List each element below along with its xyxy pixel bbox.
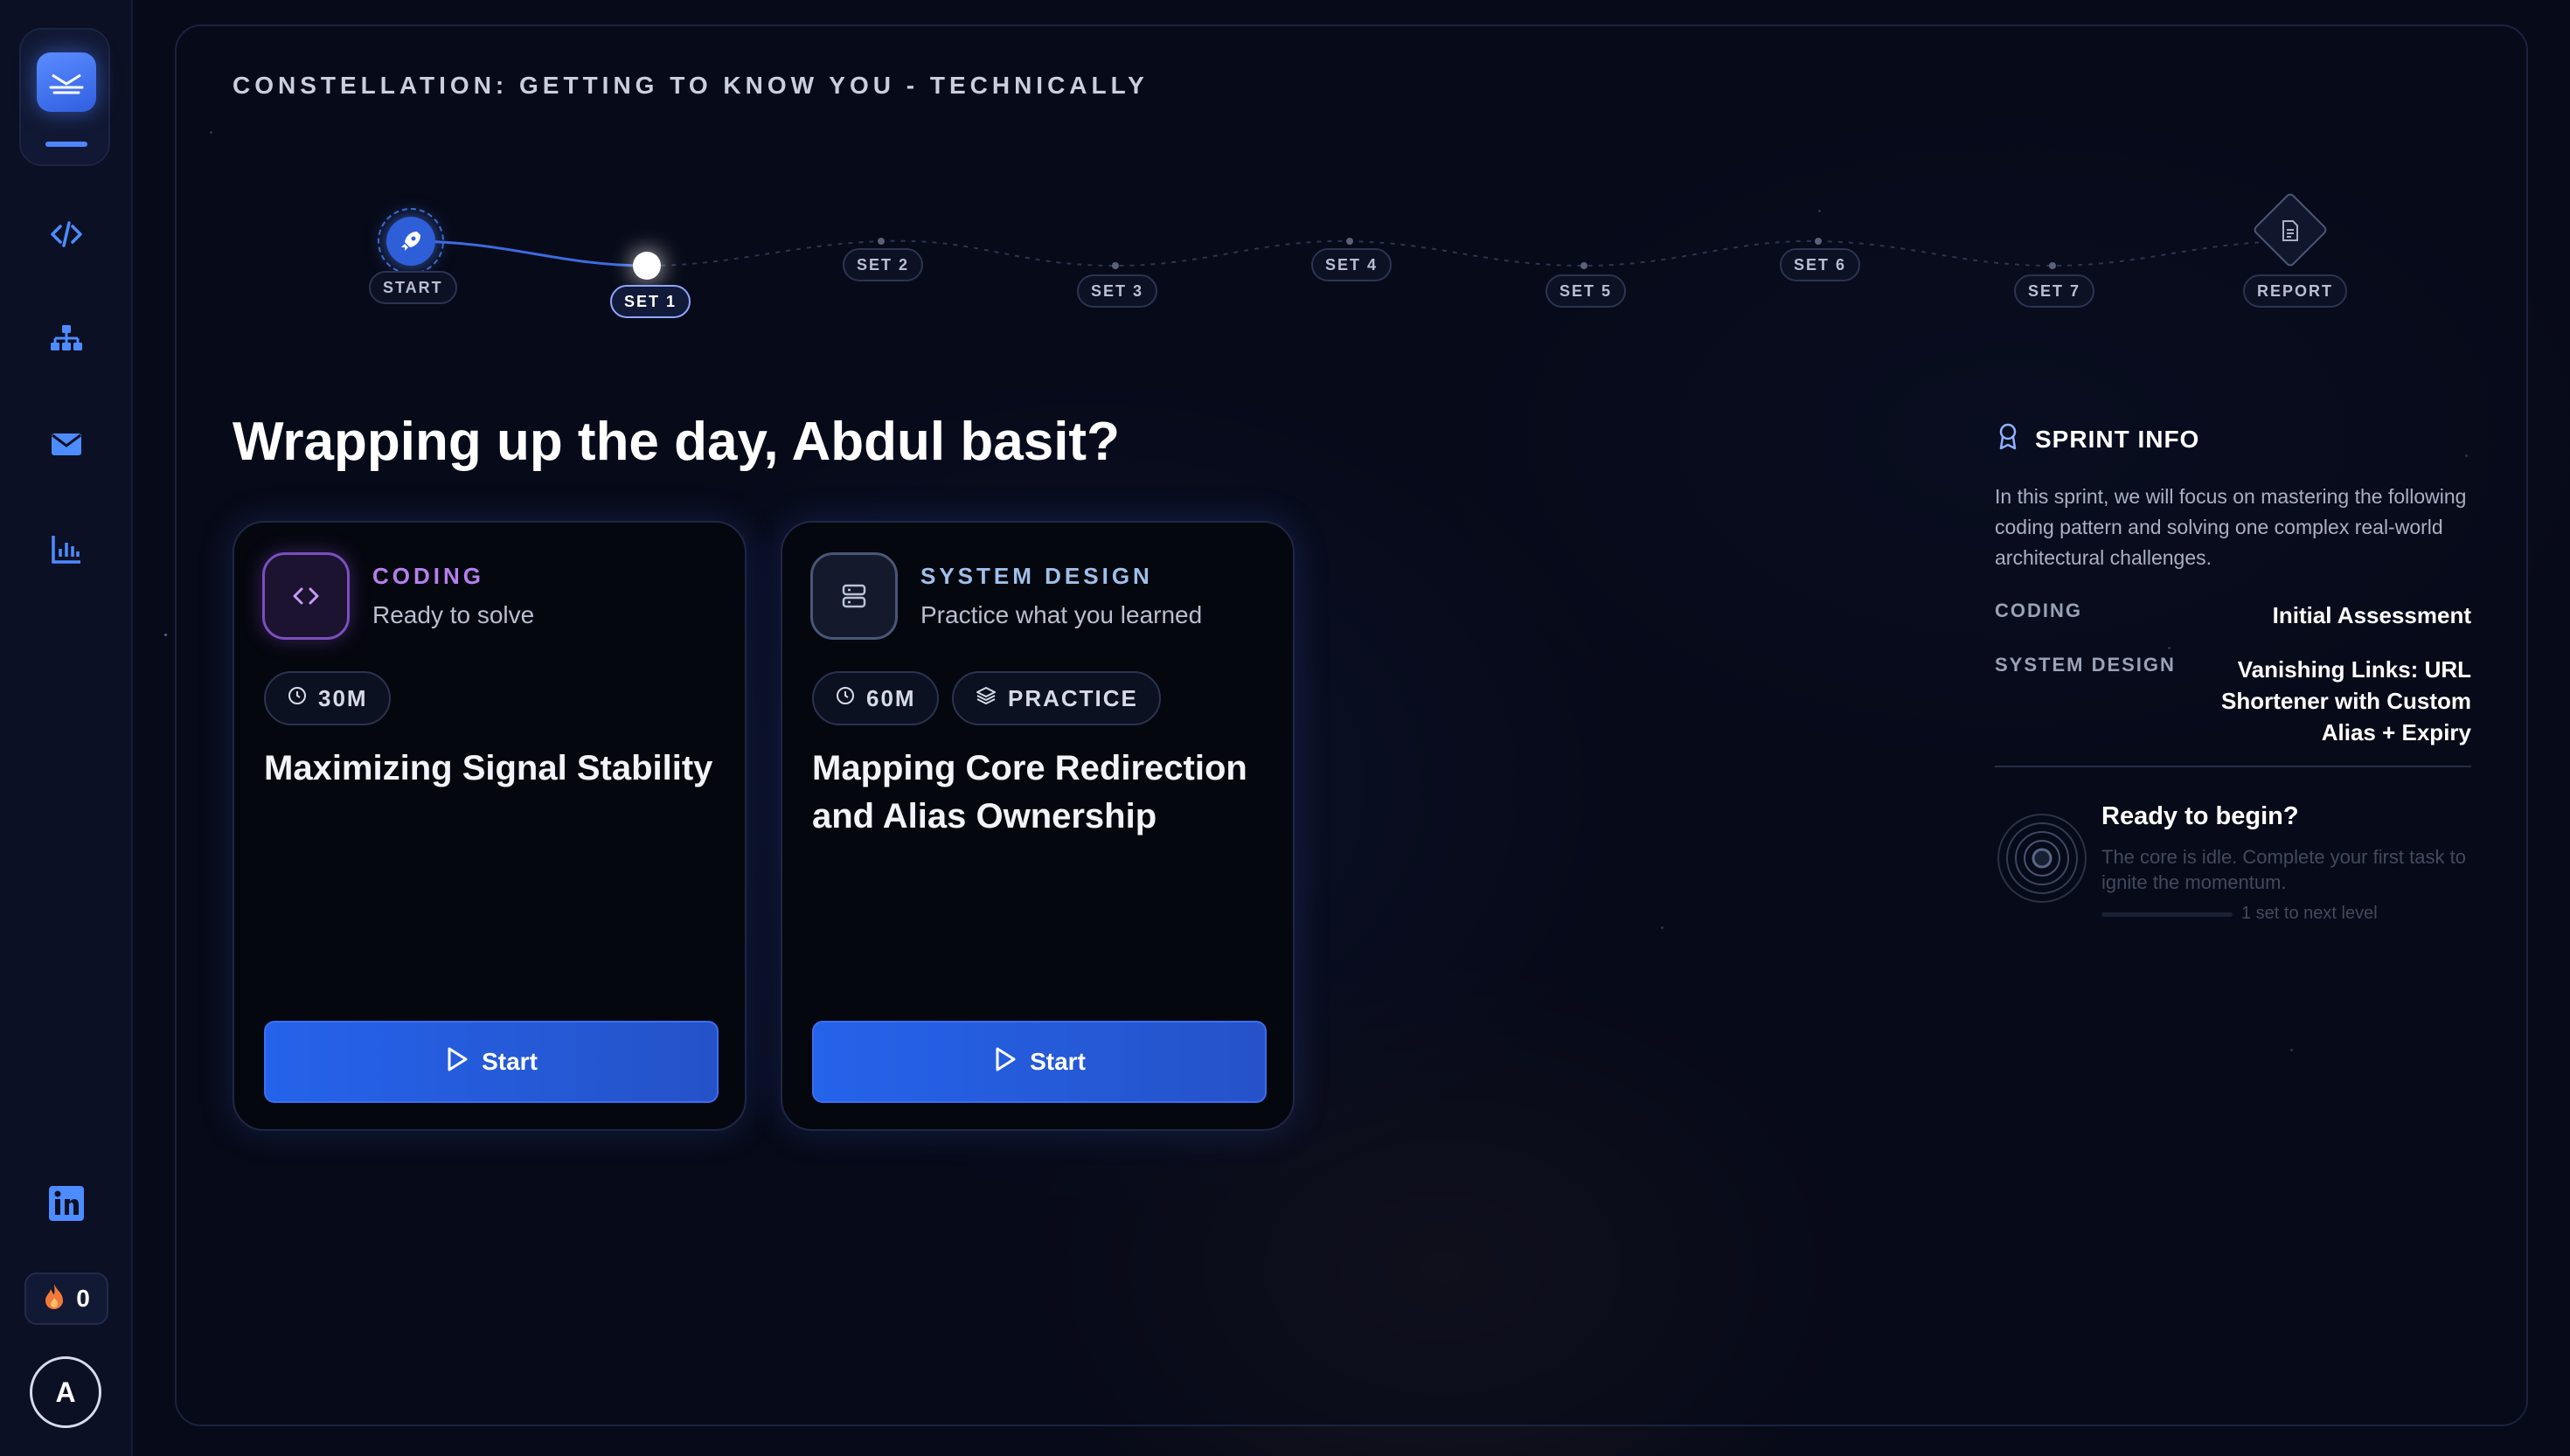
sunrise-icon — [37, 52, 96, 112]
sprint-row-coding: CODING Initial Assessment — [1995, 600, 2471, 631]
server-icon — [810, 552, 898, 640]
clock-icon — [835, 685, 856, 712]
active-indicator — [45, 142, 87, 147]
practice-chip: PRACTICE — [952, 671, 1161, 725]
start-coding-button[interactable]: Start — [264, 1021, 719, 1103]
level-progress-bar — [2101, 912, 2233, 917]
timeline-label-set-5[interactable]: SET 5 — [1545, 274, 1627, 308]
sprint-value: Vanishing Links: URL Shortener with Cust… — [2220, 656, 2471, 745]
divider — [1995, 766, 2471, 767]
sprint-info-panel: SPRINT INFO In this sprint, we will focu… — [1995, 421, 2471, 933]
timeline-label-set-2[interactable]: SET 2 — [843, 248, 924, 281]
sprint-key: CODING — [1995, 600, 2082, 621]
ready-title: Ready to begin? — [2101, 802, 2299, 830]
streak-count: 0 — [76, 1285, 90, 1312]
clock-icon — [287, 685, 308, 712]
start-button-label: Start — [482, 1048, 538, 1075]
play-icon — [445, 1046, 469, 1078]
play-icon — [993, 1046, 1018, 1078]
timeline-label-start: START — [369, 271, 457, 304]
timeline-label-set-4[interactable]: SET 4 — [1311, 248, 1393, 281]
award-icon — [1995, 421, 2021, 457]
mail-icon[interactable] — [45, 422, 88, 466]
card-subtitle: Ready to solve — [372, 601, 535, 628]
practice-label: PRACTICE — [1008, 684, 1138, 711]
duration-value: 30M — [318, 684, 368, 711]
ready-status: Ready to begin? The core is idle. Comple… — [1995, 802, 2471, 933]
sprint-description: In this sprint, we will focus on masteri… — [1995, 485, 2467, 569]
fire-icon — [43, 1282, 66, 1316]
constellation-timeline: START SET 1 SET 2 SET 3 SET 4 SET 5 SET … — [175, 175, 2528, 350]
sprint-info-title: SPRINT INFO — [2035, 425, 2200, 453]
sprint-value: Initial Assessment — [2272, 602, 2471, 628]
core-rings-icon — [1995, 811, 2089, 905]
greeting-heading: Wrapping up the day, Abdul basit? — [233, 412, 1120, 472]
timeline-label-set-3[interactable]: SET 3 — [1077, 274, 1158, 308]
home-nav-item[interactable] — [19, 28, 110, 166]
streak-counter[interactable]: 0 — [24, 1272, 108, 1325]
sprint-key: SYSTEM DESIGN — [1995, 654, 2176, 676]
sidebar: 0 A — [0, 0, 133, 1456]
avatar-initial: A — [55, 1376, 76, 1408]
duration-chip: 60M — [812, 671, 939, 725]
duration-chip: 30M — [264, 671, 391, 725]
rocket-icon — [386, 217, 435, 266]
analytics-icon[interactable] — [45, 527, 88, 571]
duration-value: 60M — [866, 684, 916, 711]
start-node[interactable] — [378, 208, 444, 274]
coding-card[interactable]: CODING Ready to solve 30M Maximizing Sig… — [233, 521, 747, 1131]
timeline-label-set-7[interactable]: SET 7 — [2014, 274, 2095, 308]
code-brackets-icon — [262, 552, 350, 640]
next-level-text: 1 set to next level — [2241, 904, 2378, 923]
card-category: SYSTEM DESIGN — [920, 563, 1153, 589]
card-title: Maximizing Signal Stability — [264, 749, 713, 787]
timeline-label-set-6[interactable]: SET 6 — [1780, 248, 1861, 281]
set-1-node[interactable] — [633, 252, 661, 280]
card-category: CODING — [372, 563, 484, 589]
sitemap-icon[interactable] — [45, 317, 88, 361]
linkedin-icon[interactable] — [45, 1182, 88, 1225]
star — [164, 634, 167, 636]
start-design-button[interactable]: Start — [812, 1021, 1267, 1103]
sprint-row-system-design: SYSTEM DESIGN Vanishing Links: URL Short… — [1995, 654, 2471, 748]
start-button-label: Start — [1030, 1048, 1086, 1075]
card-subtitle: Practice what you learned — [920, 601, 1203, 628]
sprint-info-header: SPRINT INFO — [1995, 421, 2471, 457]
timeline-label-report[interactable]: REPORT — [2243, 274, 2348, 308]
constellation-title: CONSTELLATION: GETTING TO KNOW YOU - TEC… — [233, 72, 1149, 99]
user-avatar[interactable]: A — [30, 1356, 101, 1428]
system-design-card[interactable]: SYSTEM DESIGN Practice what you learned … — [781, 521, 1295, 1131]
layers-icon — [975, 685, 997, 712]
ready-text: The core is idle. Complete your first ta… — [2101, 846, 2466, 893]
timeline-label-set-1[interactable]: SET 1 — [610, 285, 691, 318]
code-icon[interactable] — [45, 212, 88, 256]
document-icon — [2277, 218, 2303, 244]
card-title: Mapping Core Redirection and Alias Owner… — [812, 749, 1247, 835]
